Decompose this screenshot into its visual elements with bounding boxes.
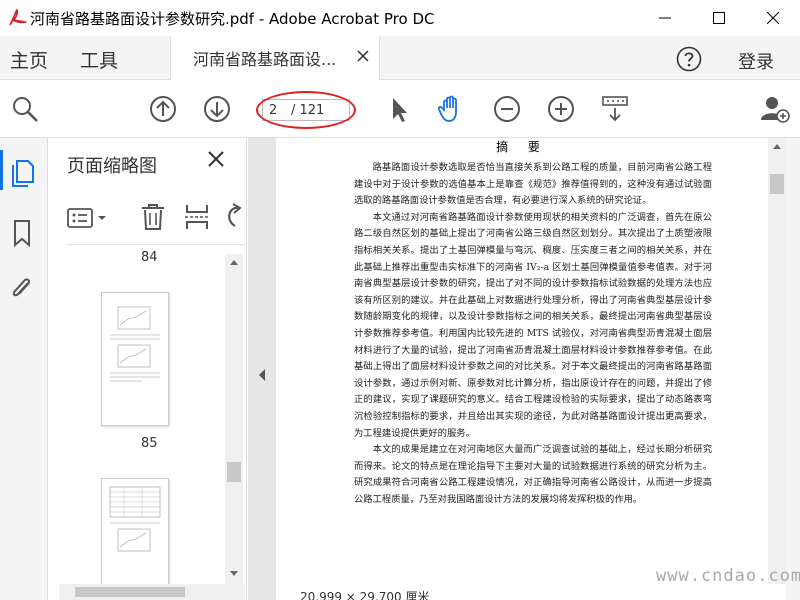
add-user-icon[interactable] [760,94,790,124]
title-bar: 河南省路基路面设计参数研究.pdf - Adobe Acrobat Pro DC [0,0,800,36]
minimize-icon [659,17,671,19]
panel-vertical-scrollbar[interactable] [225,254,243,584]
thumbnail-preview [110,306,160,382]
zoom-out-icon[interactable] [492,94,522,124]
panel-horizontal-scrollbar[interactable] [59,584,245,600]
options-menu-icon[interactable] [67,206,111,230]
document-paragraph: 路基路面设计参数选取是否恰当直接关系到公路工程的质量，目前河南省公路工程建设中对… [354,162,712,207]
bookmarks-icon[interactable] [8,218,36,248]
document-body: 路基路面设计参数选取是否恰当直接关系到公路工程的质量，目前河南省公路工程建设中对… [354,160,712,508]
scroll-up-icon[interactable] [772,142,782,150]
thumbnail-label: 84 [141,250,158,265]
collapse-left-icon[interactable] [257,368,267,382]
panel-scroll-thumb[interactable] [227,462,241,482]
close-tab-icon[interactable] [357,50,369,62]
active-indicator [0,150,3,190]
site-watermark: www.cndao.com [656,566,800,586]
document-paragraph: 本文通过对河南省路基路面设计参数使用现状的相关资料的广泛调查，首先在原公路二级自… [354,211,712,439]
extract-page-icon[interactable] [183,202,211,232]
page-thumbnails-icon[interactable] [8,158,36,188]
panel-collapse-handle[interactable] [248,138,276,600]
document-view[interactable]: 摘 要 路基路面设计参数选取是否恰当直接关系到公路工程的质量，目前河南省公路工程… [276,138,768,600]
scroll-down-icon[interactable] [229,570,239,578]
close-icon [767,12,779,24]
close-window-button[interactable] [746,0,800,36]
thumbnail-label: 85 [141,436,158,451]
zoom-magnify-icon[interactable] [10,94,40,124]
home-tab[interactable]: 主页 [10,46,48,73]
document-tab[interactable]: 河南省路基路面设... [170,36,380,80]
panel-hscroll-thumb[interactable] [75,587,185,597]
scroll-up-icon[interactable] [229,258,239,266]
prev-page-icon[interactable] [148,94,178,124]
login-button[interactable]: 登录 [738,48,774,74]
document-tab-label: 河南省路基路面设... [193,50,337,69]
panel-divider [67,244,245,245]
acrobat-logo-icon [9,8,28,26]
maximize-icon [713,12,725,24]
page-thumbnail[interactable] [101,478,169,600]
panel-toolbar [49,194,247,244]
toolbar [0,80,800,138]
panel-title: 页面缩略图 [67,156,157,177]
thumbnails-panel: 页面缩略图 84 85 [49,138,247,600]
window-controls [638,0,800,36]
close-panel-icon[interactable] [207,150,225,168]
right-edge-panel [786,138,800,600]
page-thumbnail[interactable] [101,292,169,426]
navigation-rail [0,138,48,600]
maximize-button[interactable] [692,0,746,36]
thumbnail-preview [109,486,161,552]
minimize-button[interactable] [638,0,692,36]
highlight-annotation [256,91,356,129]
read-mode-icon[interactable] [600,94,630,124]
select-cursor-icon[interactable] [384,94,414,124]
next-page-icon[interactable] [202,94,232,124]
document-scroll-thumb[interactable] [770,174,784,194]
tools-tab[interactable]: 工具 [80,46,118,73]
page-size-readout: 20.999 × 29.700 厘米 [300,590,430,600]
document-paragraph: 本文的成果是建立在对河南地区大量而广泛调查试验的基础上，经过长期分析研究而得来。… [354,444,712,505]
zoom-in-icon[interactable] [546,94,576,124]
rotate-page-icon[interactable] [221,202,245,232]
attachments-icon[interactable] [8,274,36,304]
help-icon[interactable] [676,46,702,72]
delete-page-icon[interactable] [139,202,167,232]
hand-tool-icon[interactable] [436,94,466,124]
document-heading: 摘 要 [496,140,548,154]
window-title: 河南省路基路面设计参数研究.pdf - Adobe Acrobat Pro DC [30,9,435,28]
document-vertical-scrollbar[interactable] [768,138,786,584]
